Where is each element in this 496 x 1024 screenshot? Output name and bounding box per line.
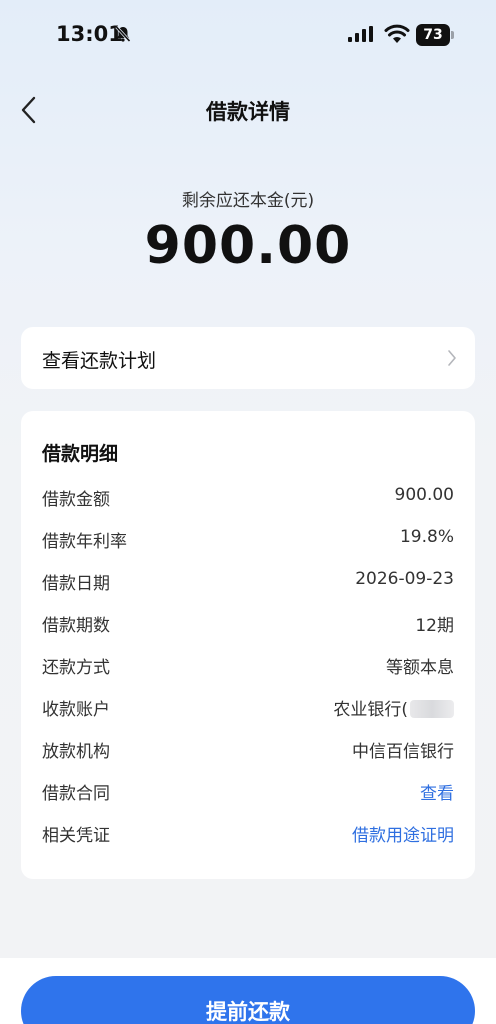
detail-label: 相关凭证 xyxy=(42,826,110,846)
prepay-button[interactable]: 提前还款 xyxy=(21,976,475,1024)
remaining-principal-amount: 900.00 xyxy=(144,216,352,276)
battery-level: 73 xyxy=(416,24,450,46)
view-repayment-schedule[interactable]: 查看还款计划 xyxy=(21,327,475,389)
detail-row-repayment-method: 还款方式 等额本息 xyxy=(42,651,454,679)
detail-value: 12期 xyxy=(415,616,454,636)
detail-row-terms: 借款期数 12期 xyxy=(42,609,454,637)
status-bar: 13:01 73 xyxy=(0,0,496,72)
battery-icon: 73 xyxy=(416,24,456,46)
view-repayment-schedule-label: 查看还款计划 xyxy=(42,350,157,372)
loan-details-title: 借款明细 xyxy=(42,443,119,465)
detail-value: 2026-09-23 xyxy=(355,569,454,589)
detail-value: 900.00 xyxy=(394,485,454,505)
detail-value: 等额本息 xyxy=(386,658,454,678)
detail-label: 借款年利率 xyxy=(42,532,127,552)
detail-label: 借款日期 xyxy=(42,574,110,594)
bank-name: 农业银行( xyxy=(333,700,408,720)
detail-row-loan-amount: 借款金额 900.00 xyxy=(42,483,454,511)
detail-value: 19.8% xyxy=(399,527,454,547)
detail-row-related-documents: 相关凭证 借款用途证明 xyxy=(42,819,454,847)
detail-label: 借款期数 xyxy=(42,616,110,636)
remaining-principal-label: 剩余应还本金(元) xyxy=(181,191,315,211)
detail-value: 中信百信银行 xyxy=(352,742,454,762)
masked-account-number xyxy=(410,700,454,718)
cellular-signal-icon xyxy=(348,26,373,42)
view-contract-link[interactable]: 查看 xyxy=(420,779,454,804)
detail-label: 收款账户 xyxy=(42,700,110,720)
detail-row-loan-contract: 借款合同 查看 xyxy=(42,777,454,805)
detail-row-annual-rate: 借款年利率 19.8% xyxy=(42,525,454,553)
detail-label: 放款机构 xyxy=(42,742,110,762)
detail-row-lending-institution: 放款机构 中信百信银行 xyxy=(42,735,454,763)
detail-label: 还款方式 xyxy=(42,658,110,678)
detail-label: 借款合同 xyxy=(42,784,110,804)
bell-muted-icon xyxy=(115,25,131,43)
status-time: 13:01 xyxy=(56,22,123,46)
chevron-right-icon xyxy=(448,350,456,366)
loan-details-card: 借款明细 借款金额 900.00 借款年利率 19.8% 借款日期 2026-0… xyxy=(21,411,475,879)
page-title: 借款详情 xyxy=(206,100,290,124)
detail-value-account: 农业银行( xyxy=(333,695,454,720)
loan-purpose-proof-link[interactable]: 借款用途证明 xyxy=(352,821,454,846)
detail-label: 借款金额 xyxy=(42,490,110,510)
wifi-icon xyxy=(384,24,410,43)
detail-row-receiving-account: 收款账户 农业银行( xyxy=(42,693,454,721)
detail-row-loan-date: 借款日期 2026-09-23 xyxy=(42,567,454,595)
